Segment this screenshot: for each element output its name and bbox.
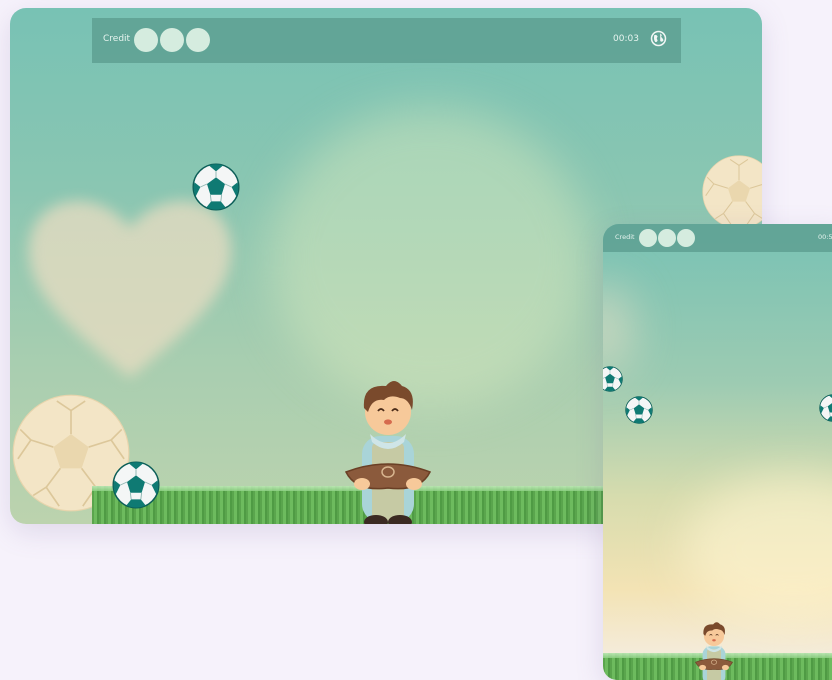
life-dot: [639, 229, 657, 247]
life-dot: [677, 229, 695, 247]
boy-with-basket[interactable]: [338, 376, 438, 524]
game-hud-bar: Credit 00:03: [92, 18, 681, 63]
boy-with-basket[interactable]: [692, 620, 736, 680]
game-timer: 00:5: [818, 233, 832, 241]
heart-cloud-edge: [603, 284, 633, 374]
life-dot: [186, 28, 210, 52]
globe-icon[interactable]: [650, 30, 667, 47]
big-soccer-ball: [702, 155, 762, 229]
credit-label: Credit: [103, 34, 131, 44]
sky-glow: [683, 474, 832, 624]
sky-glow: [270, 108, 590, 408]
life-dot: [658, 229, 676, 247]
soccer-ball-icon: [819, 394, 832, 422]
game-timer: 00:03: [613, 34, 639, 44]
soccer-ball-icon: [112, 461, 160, 509]
phone-game-screen: Credit 00:5: [603, 224, 832, 680]
life-dot: [160, 28, 184, 52]
life-dot: [134, 28, 158, 52]
soccer-ball-icon: [603, 366, 623, 392]
credit-label: Credit: [615, 233, 635, 241]
soccer-ball-icon: [192, 163, 240, 211]
soccer-ball-icon: [625, 396, 653, 424]
game-hud-bar: Credit 00:5: [603, 224, 832, 252]
